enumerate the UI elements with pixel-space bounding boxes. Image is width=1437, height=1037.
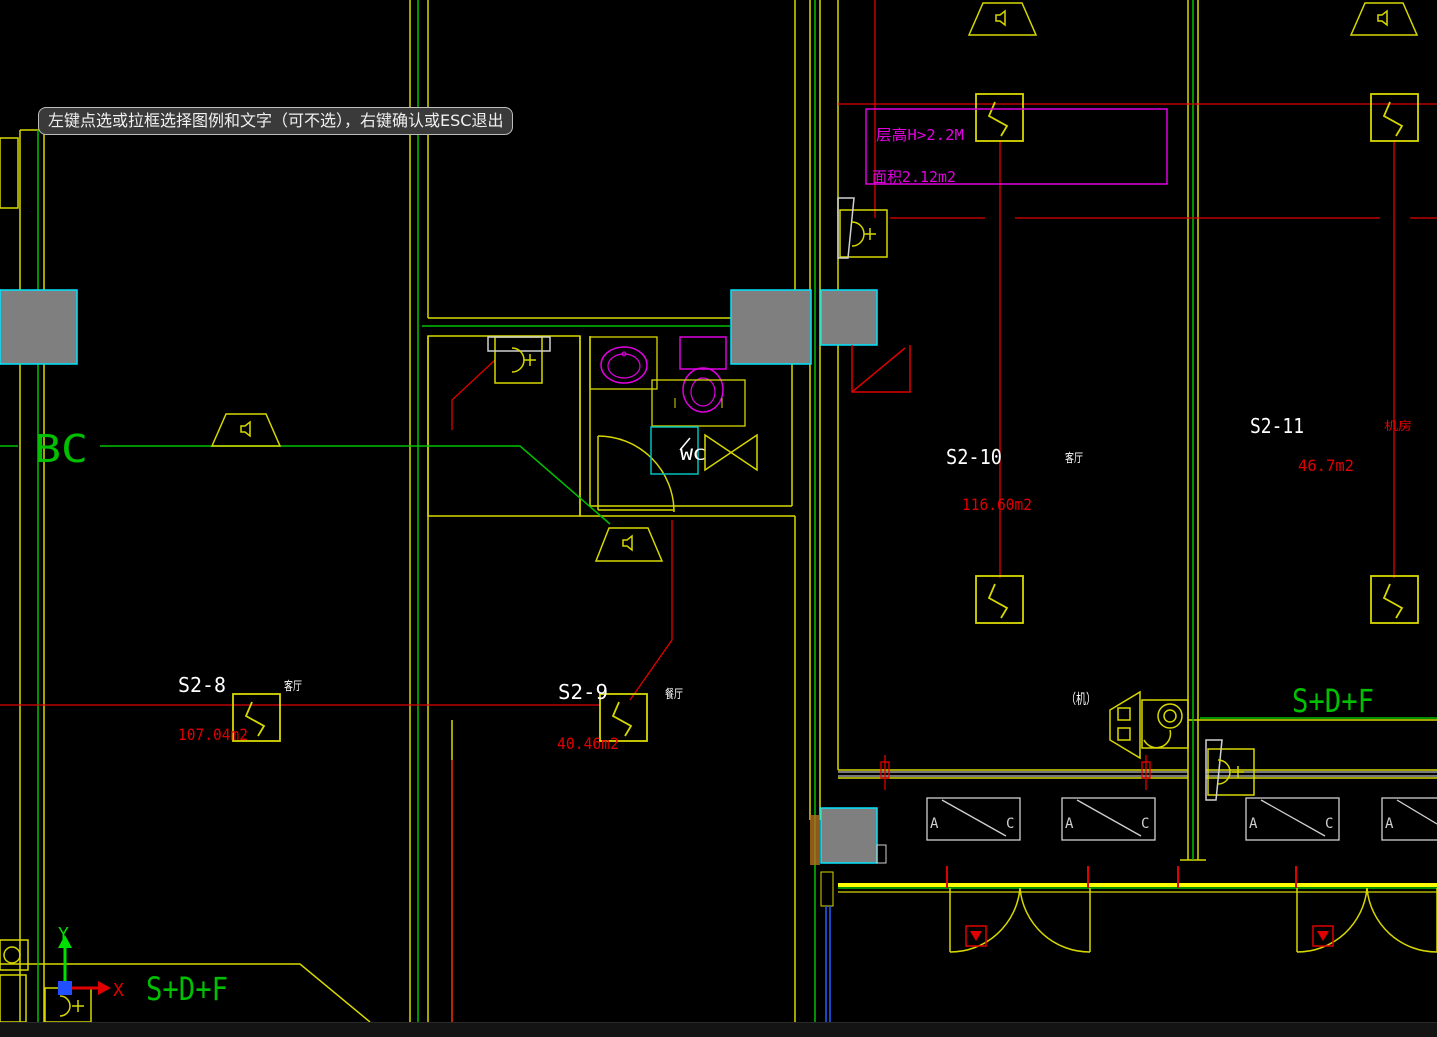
panel-label-a: A: [1065, 816, 1074, 832]
panel-label-a: A: [930, 816, 939, 832]
sink-icon[interactable]: [589, 336, 658, 390]
sensor-s-icon[interactable]: [1370, 575, 1419, 624]
grid-label-sdf-ucs: S+D+F: [146, 970, 228, 1008]
speaker-icon[interactable]: [594, 527, 664, 562]
speaker-icon[interactable]: [210, 413, 282, 447]
wc-label: WC: [680, 445, 706, 464]
sensor-s-icon[interactable]: [975, 93, 1024, 142]
speaker-icon[interactable]: [1349, 2, 1419, 36]
annotation-line-1: 层高H>2.2M: [876, 126, 964, 144]
wiring-lines: [0, 0, 1437, 1022]
room-tag: 机房: [1384, 418, 1412, 433]
room-area: 116.60m2: [962, 495, 1032, 514]
cad-drawing-canvas[interactable]: BC S+D+F S+D+F X Y S2-8 客厅 107.04m2 S2-9…: [0, 0, 1437, 1022]
door-arc-icon: [949, 887, 1437, 953]
status-bar: [0, 1022, 1437, 1037]
corridor-grey-lines: [838, 771, 1437, 777]
red-panel-icon: [851, 345, 911, 393]
wall-outlet-icon[interactable]: [0, 939, 29, 1022]
smoke-detector-icon[interactable]: [837, 197, 888, 259]
panel-label-c: C: [1006, 816, 1014, 832]
panel-label-a: A: [1385, 816, 1394, 832]
smoke-detector-icon[interactable]: [487, 336, 551, 384]
hatch-block: [810, 815, 820, 865]
exit-sign-icon[interactable]: [1312, 925, 1334, 947]
wall-lines: [0, 0, 1437, 1022]
room-area: 40.46m2: [557, 734, 619, 753]
grid-label-sdf-right: S+D+F: [1292, 682, 1374, 720]
structural-columns: [0, 289, 878, 864]
room-id: S2-10: [946, 445, 1002, 469]
command-prompt-tooltip: 左键点选或拉框选择图例和文字（可不选），右键确认或ESC退出: [38, 107, 514, 135]
sensor-s-icon[interactable]: [1370, 93, 1419, 142]
panel-label-c: C: [1141, 816, 1149, 832]
ucs-y-label: Y: [58, 924, 69, 945]
room-tag: 客厅: [1065, 450, 1083, 465]
room-tag: 客厅: [284, 678, 302, 693]
axis-lines: [0, 0, 1437, 1022]
room-id: S2-8: [178, 673, 226, 697]
room-tag: 餐厅: [665, 686, 683, 701]
room-area: 107.04m2: [178, 725, 248, 744]
room-area: 46.7m2: [1298, 456, 1354, 475]
small-box: [820, 871, 834, 907]
exit-sign-icon[interactable]: [965, 925, 987, 947]
room-id: S2-9: [558, 680, 608, 704]
bracket-label: （机）: [1066, 692, 1096, 708]
speaker-icon[interactable]: [967, 2, 1038, 36]
ucs-x-label: X: [113, 980, 124, 1001]
annotation-line-2: 面积2.12m2: [872, 168, 956, 186]
junction-box-icon[interactable]: [1109, 690, 1189, 760]
panel-label-c: C: [1325, 816, 1333, 832]
panel-label-a: A: [1249, 816, 1258, 832]
small-box: [876, 844, 887, 864]
grid-label-bc: BC: [34, 427, 88, 471]
sensor-s-icon[interactable]: [975, 575, 1024, 624]
room-id: S2-11: [1250, 414, 1304, 438]
